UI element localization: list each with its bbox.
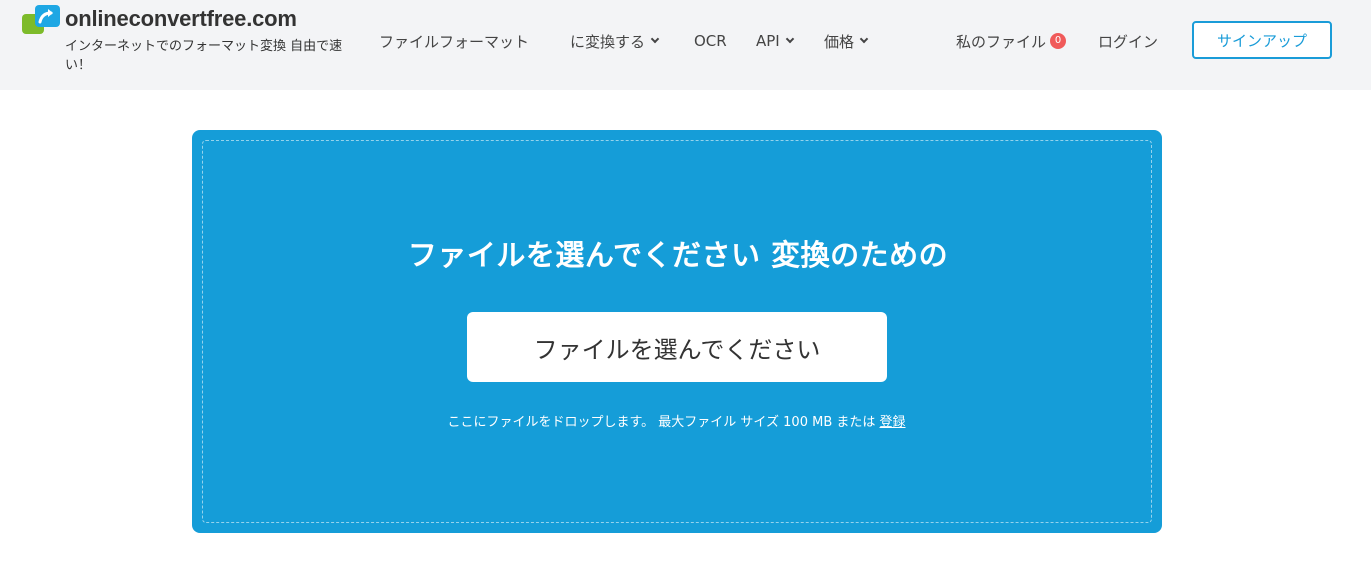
drop-note: ここにファイルをドロップします。 最大ファイル サイズ 100 MB または 登… — [0, 411, 1353, 430]
nav-ocr-label: OCR — [694, 32, 727, 50]
logo-tagline: インターネットでのフォーマット変換 自由で速い！ — [65, 39, 343, 73]
logo-title[interactable]: onlineconvertfree.com — [65, 6, 297, 32]
nav-login[interactable]: ログイン — [1098, 30, 1158, 52]
site-header: onlineconvertfree.com インターネットでのフォーマット変換 … — [0, 0, 1371, 90]
nav-api-label: API — [756, 32, 780, 50]
register-link[interactable]: 登録 — [880, 415, 906, 430]
chevron-down-icon — [650, 34, 660, 44]
nav-ocr[interactable]: OCR — [694, 30, 727, 52]
nav-convert-to[interactable]: に変換する — [570, 30, 660, 52]
signup-button[interactable]: サインアップ — [1192, 21, 1332, 59]
upload-title: ファイルを選んでください 変換のための — [407, 238, 949, 272]
nav-convert-to-label: に変換する — [570, 32, 646, 51]
nav-file-formats-label: ファイルフォーマット — [379, 32, 530, 51]
nav-pricing-label: 価格 — [824, 32, 855, 51]
chevron-down-icon — [859, 34, 869, 44]
choose-file-button[interactable]: ファイルを選んでください — [467, 312, 887, 382]
nav-api[interactable]: API — [756, 30, 794, 52]
nav-file-formats[interactable]: ファイルフォーマット — [379, 30, 529, 52]
chevron-down-icon — [785, 34, 794, 44]
logo-convert-icon[interactable] — [22, 5, 60, 35]
my-files-count-badge: 0 — [1050, 33, 1067, 49]
login-label: ログイン — [1098, 32, 1159, 51]
drop-note-text: ここにファイルをドロップします。 最大ファイル サイズ 100 MB または — [447, 415, 876, 430]
nav-pricing[interactable]: 価格 — [824, 30, 869, 52]
my-files-label: 私のファイル — [956, 32, 1047, 51]
nav-my-files[interactable]: 私のファイル 0 — [956, 30, 1067, 52]
